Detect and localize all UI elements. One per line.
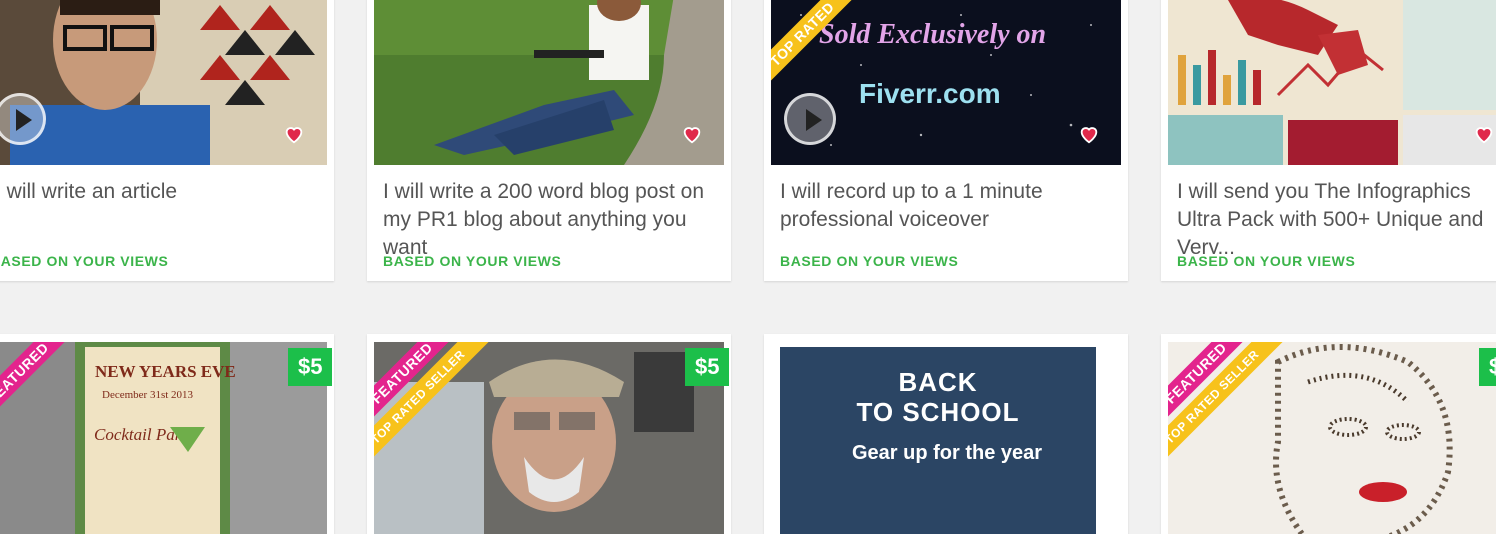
gig-title[interactable]: I will write an article xyxy=(0,178,315,254)
gig-thumbnail[interactable]: FEATURED TOP RATED SELLER xyxy=(1168,342,1496,534)
promo-banner[interactable]: BACK TO SCHOOL Gear up for the year xyxy=(780,347,1096,534)
gig-card[interactable]: FEATURED TOP RATED SELLER $5 xyxy=(367,334,731,534)
ribbon: FEATURED TOP RATED SELLER xyxy=(1168,342,1308,482)
price-badge: $5 xyxy=(288,348,333,386)
gig-title[interactable]: I will record up to a 1 minute professio… xyxy=(780,178,1110,254)
heart-icon[interactable] xyxy=(1078,123,1100,145)
play-icon[interactable] xyxy=(784,93,836,145)
gig-image xyxy=(0,0,327,165)
heart-icon[interactable] xyxy=(283,123,305,145)
heart-icon[interactable] xyxy=(681,123,703,145)
promo-title-line1: BACK xyxy=(898,367,978,397)
gig-title[interactable]: I will write a 200 word blog post on my … xyxy=(383,178,713,254)
price-badge: $5 xyxy=(685,348,730,386)
gig-thumbnail[interactable] xyxy=(1168,0,1496,165)
gig-card[interactable]: I will write an article BASED ON YOUR VI… xyxy=(0,0,334,281)
gig-card[interactable]: I will send you The Infographics Ultra P… xyxy=(1161,0,1496,281)
gig-card[interactable]: NEW YEARS EVE December 31st 2013 Cocktai… xyxy=(0,334,334,534)
price-badge: $ xyxy=(1479,348,1496,386)
gig-title[interactable]: I will send you The Infographics Ultra P… xyxy=(1177,178,1496,254)
gig-thumbnail[interactable]: Sold Exclusively on Fiverr.com TOP RATED xyxy=(771,0,1121,165)
top-rated-ribbon: TOP RATED SELLER xyxy=(374,342,497,476)
gig-thumbnail[interactable] xyxy=(374,0,724,165)
gig-image xyxy=(1168,0,1496,165)
heart-icon[interactable] xyxy=(1473,123,1495,145)
top-rated-ribbon: TOP RATED xyxy=(771,0,881,113)
gig-card[interactable]: I will write a 200 word blog post on my … xyxy=(367,0,731,281)
recommendation-tag: BASED ON YOUR VIEWS xyxy=(1177,253,1356,269)
gig-card[interactable]: FEATURED TOP RATED SELLER $ xyxy=(1161,334,1496,534)
gig-thumbnail[interactable]: NEW YEARS EVE December 31st 2013 Cocktai… xyxy=(0,342,327,534)
top-rated-ribbon: TOP RATED SELLER xyxy=(1168,342,1291,476)
recommendation-tag: BASED ON YOUR VIEWS xyxy=(0,253,169,269)
recommendation-tag: BASED ON YOUR VIEWS xyxy=(780,253,959,269)
featured-ribbon: FEATURED xyxy=(0,342,97,452)
gig-card[interactable]: Sold Exclusively on Fiverr.com TOP RATED… xyxy=(764,0,1128,281)
gig-thumbnail[interactable] xyxy=(0,0,327,165)
promo-title-line2: TO SCHOOL xyxy=(856,397,1020,427)
ribbon: FEATURED TOP RATED SELLER xyxy=(374,342,514,482)
ribbon: FEATURED xyxy=(0,342,130,482)
recommendation-tag: BASED ON YOUR VIEWS xyxy=(383,253,562,269)
promo-card[interactable]: BACK TO SCHOOL Gear up for the year xyxy=(764,334,1128,534)
promo-subtitle: Gear up for the year xyxy=(851,442,1043,464)
gig-image xyxy=(374,0,724,165)
gig-thumbnail[interactable]: FEATURED TOP RATED SELLER xyxy=(374,342,724,534)
